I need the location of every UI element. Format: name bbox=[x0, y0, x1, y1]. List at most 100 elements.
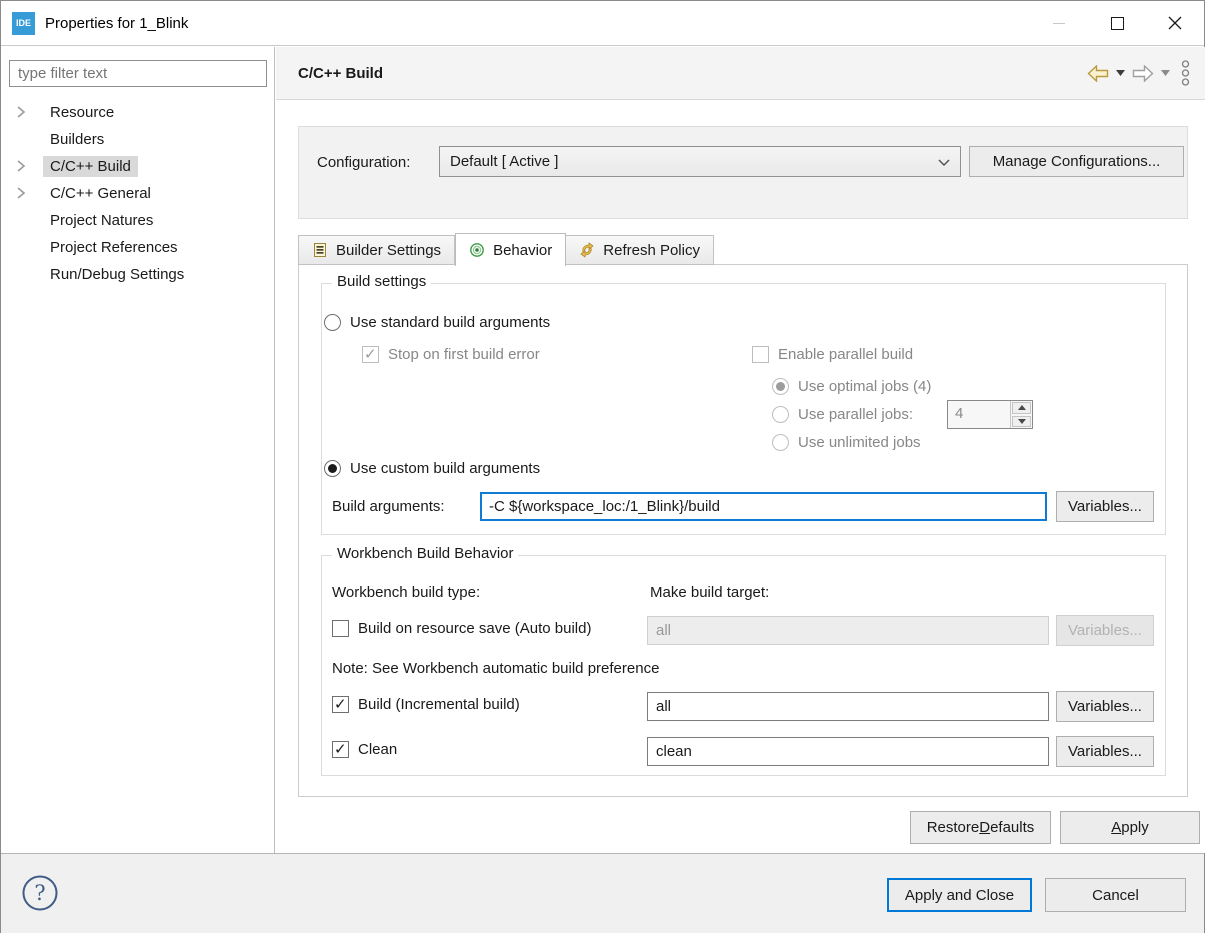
tab-label: Refresh Policy bbox=[603, 241, 700, 259]
field-label: Build arguments: bbox=[332, 498, 445, 515]
forward-history-dropdown[interactable] bbox=[1161, 70, 1170, 76]
checkbox-icon bbox=[362, 345, 379, 363]
properties-tree: Resource Builders C/C++ Build C/C++ Gene… bbox=[1, 99, 274, 288]
title-bar: IDE Properties for 1_Blink bbox=[1, 1, 1204, 46]
auto-build-checkbox[interactable]: Build on resource save (Auto build) bbox=[332, 620, 591, 637]
chevron-right-icon[interactable] bbox=[17, 106, 26, 118]
chevron-down-icon bbox=[938, 159, 950, 166]
tab-label: Behavior bbox=[493, 241, 553, 259]
window-controls bbox=[1030, 1, 1204, 45]
sidebar-item-builders[interactable]: Builders bbox=[1, 126, 274, 153]
tab-behavior[interactable]: Behavior bbox=[455, 233, 567, 266]
workbench-note: Note: See Workbench automatic build pref… bbox=[332, 660, 659, 677]
sidebar-item-run-debug-settings[interactable]: Run/Debug Settings bbox=[1, 261, 274, 288]
tab-refresh-policy[interactable]: Refresh Policy bbox=[566, 235, 714, 265]
forward-button[interactable] bbox=[1132, 64, 1154, 82]
sidebar-item-resource[interactable]: Resource bbox=[1, 99, 274, 126]
refresh-icon bbox=[580, 242, 594, 258]
checkbox-icon bbox=[332, 695, 349, 713]
minimize-icon bbox=[1053, 22, 1065, 24]
cancel-button[interactable]: Cancel bbox=[1045, 878, 1186, 912]
behavior-icon bbox=[470, 243, 484, 257]
use-standard-arguments-radio[interactable]: Use standard build arguments bbox=[324, 314, 550, 331]
variables-button-build-args[interactable]: Variables... bbox=[1056, 491, 1154, 522]
radio-icon bbox=[772, 378, 789, 395]
build-settings-group: Build settings Use standard build argume… bbox=[321, 273, 1166, 535]
manage-configurations-button[interactable]: Manage Configurations... bbox=[969, 146, 1184, 177]
restore-defaults-button[interactable]: Restore Defaults bbox=[910, 811, 1051, 844]
clean-target-input[interactable] bbox=[647, 737, 1049, 766]
chevron-right-icon[interactable] bbox=[17, 187, 26, 199]
make-build-target-label: Make build target: bbox=[650, 584, 769, 601]
radio-label: Use parallel jobs: bbox=[798, 406, 914, 423]
back-history-dropdown[interactable] bbox=[1116, 70, 1125, 76]
tab-label: Builder Settings bbox=[336, 241, 442, 259]
checkbox-label: Build (Incremental build) bbox=[358, 696, 520, 713]
use-optimal-jobs-radio: Use optimal jobs (4) bbox=[772, 378, 931, 395]
properties-sidebar: Resource Builders C/C++ Build C/C++ Gene… bbox=[1, 47, 275, 853]
incremental-build-target-input[interactable] bbox=[647, 692, 1049, 721]
variables-button-clean[interactable]: Variables... bbox=[1056, 736, 1154, 767]
tree-item-label: C/C++ General bbox=[50, 185, 151, 202]
radio-icon bbox=[772, 434, 789, 451]
spinner-buttons bbox=[1010, 401, 1032, 428]
help-icon: ? bbox=[22, 875, 58, 911]
caret-down-icon bbox=[1161, 70, 1170, 76]
checkbox-label: Enable parallel build bbox=[778, 346, 914, 363]
tree-item-label: Project References bbox=[50, 239, 178, 256]
page-header: C/C++ Build bbox=[276, 47, 1205, 100]
sidebar-item-project-references[interactable]: Project References bbox=[1, 234, 274, 261]
filter-input[interactable] bbox=[9, 60, 267, 87]
use-unlimited-jobs-radio: Use unlimited jobs bbox=[772, 434, 921, 451]
note-text: Note: See Workbench automatic build pref… bbox=[332, 660, 660, 677]
spinner-up-button bbox=[1012, 402, 1031, 414]
column-label: Make build target: bbox=[650, 584, 770, 601]
variables-button-incremental[interactable]: Variables... bbox=[1056, 691, 1154, 722]
configuration-combo[interactable]: Default [ Active ] bbox=[439, 146, 961, 177]
question-mark-glyph: ? bbox=[34, 881, 45, 905]
checkbox-label: Clean bbox=[358, 741, 398, 758]
help-button[interactable]: ? bbox=[21, 874, 59, 912]
behavior-tab-panel: Build settings Use standard build argume… bbox=[298, 264, 1188, 797]
app-icon: IDE bbox=[12, 11, 35, 35]
checkbox-label: Stop on first build error bbox=[388, 346, 540, 363]
tree-item-label: Project Natures bbox=[50, 212, 154, 229]
tree-item-label: C/C++ Build bbox=[43, 156, 138, 177]
tree-item-label: Run/Debug Settings bbox=[50, 266, 185, 283]
triangle-down-icon bbox=[1017, 418, 1026, 424]
clean-checkbox[interactable]: Clean bbox=[332, 740, 398, 758]
apply-and-close-button[interactable]: Apply and Close bbox=[887, 878, 1032, 912]
apply-button[interactable]: Apply bbox=[1060, 811, 1200, 844]
tab-builder-settings[interactable]: Builder Settings bbox=[298, 235, 456, 265]
close-button[interactable] bbox=[1146, 1, 1204, 45]
triangle-up-icon bbox=[1017, 405, 1026, 411]
window-title: Properties for 1_Blink bbox=[45, 14, 189, 32]
maximize-icon bbox=[1110, 16, 1124, 30]
dialog-button-bar: ? Apply and Close Cancel bbox=[1, 853, 1204, 933]
radio-label: Use standard build arguments bbox=[350, 314, 551, 331]
minimize-button[interactable] bbox=[1030, 1, 1088, 45]
radio-icon bbox=[772, 406, 789, 423]
view-menu-icon bbox=[1181, 59, 1190, 86]
page-nav bbox=[1087, 47, 1190, 99]
back-button[interactable] bbox=[1087, 64, 1109, 82]
use-custom-arguments-radio[interactable]: Use custom build arguments bbox=[324, 460, 540, 477]
sidebar-item-cpp-build[interactable]: C/C++ Build bbox=[1, 153, 274, 180]
page-title: C/C++ Build bbox=[298, 64, 384, 82]
view-menu-button[interactable] bbox=[1181, 59, 1190, 87]
maximize-button[interactable] bbox=[1088, 1, 1146, 45]
chevron-right-icon[interactable] bbox=[17, 160, 26, 172]
spinner-value: 4 bbox=[955, 405, 964, 422]
group-legend: Workbench Build Behavior bbox=[332, 545, 519, 562]
build-arguments-input[interactable] bbox=[480, 492, 1047, 521]
checkbox-label: Build on resource save (Auto build) bbox=[358, 620, 592, 637]
spinner-down-button bbox=[1012, 415, 1031, 427]
sidebar-item-cpp-general[interactable]: C/C++ General bbox=[1, 180, 274, 207]
radio-icon bbox=[324, 460, 341, 477]
group-legend: Build settings bbox=[332, 273, 432, 290]
checkbox-icon bbox=[752, 346, 769, 363]
sidebar-item-project-natures[interactable]: Project Natures bbox=[1, 207, 274, 234]
incremental-build-checkbox[interactable]: Build (Incremental build) bbox=[332, 695, 520, 713]
enable-parallel-build-checkbox: Enable parallel build bbox=[752, 346, 913, 363]
stop-on-first-error-checkbox: Stop on first build error bbox=[362, 345, 540, 363]
